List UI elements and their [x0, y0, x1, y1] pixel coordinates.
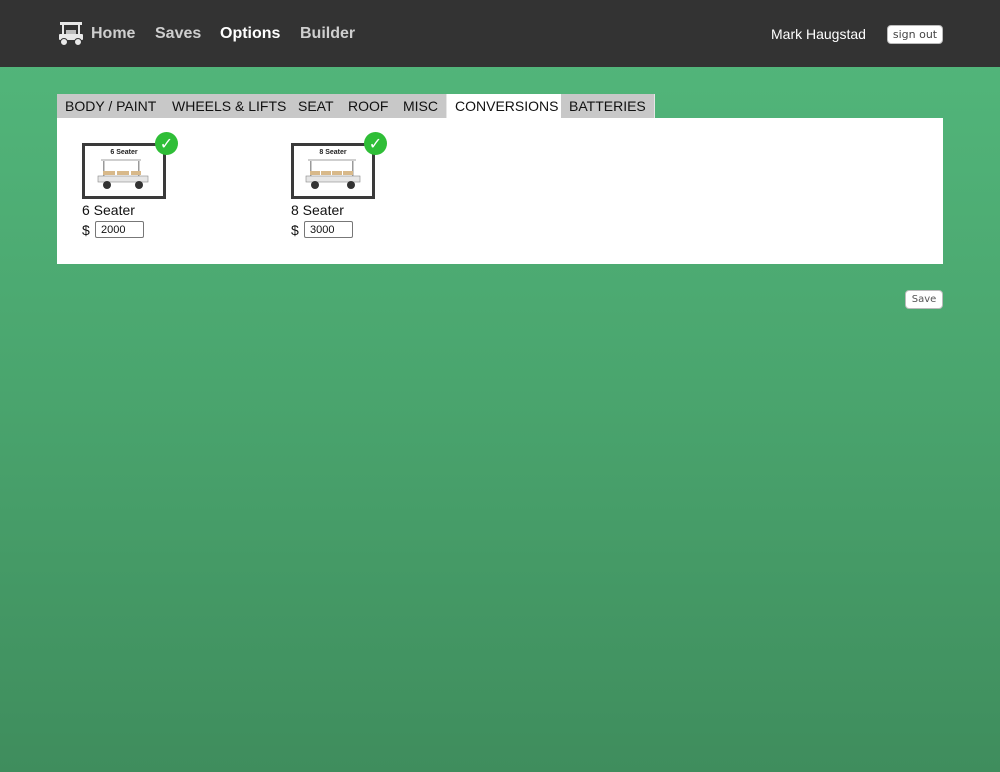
- price-input[interactable]: [95, 221, 144, 238]
- tab-seat[interactable]: SEAT: [290, 94, 343, 118]
- conversions-panel: 6 Seater ✓ 6 Seater $ 8 Seater: [57, 118, 943, 264]
- nav-options-link[interactable]: Options: [220, 24, 280, 44]
- thumbnail-label: 6 Seater: [110, 149, 138, 156]
- option-name: 6 Seater: [82, 202, 135, 218]
- selected-check-icon: ✓: [364, 132, 387, 155]
- user-name: Mark Haugstad: [771, 26, 866, 42]
- sign-out-button[interactable]: sign out: [887, 25, 943, 44]
- option-name: 8 Seater: [291, 202, 344, 218]
- tab-body-paint[interactable]: BODY / PAINT: [57, 94, 166, 118]
- tab-roof[interactable]: ROOF: [340, 94, 398, 118]
- top-navigation-bar: Home Saves Options Builder Mark Haugstad…: [0, 0, 1000, 67]
- option-thumbnail[interactable]: 8 Seater: [291, 143, 375, 199]
- golf-cart-8-seater-icon: [305, 159, 361, 189]
- option-thumbnail[interactable]: 6 Seater: [82, 143, 166, 199]
- tab-conversions[interactable]: CONVERSIONS: [447, 94, 568, 118]
- tab-misc[interactable]: MISC: [395, 94, 447, 118]
- selected-check-icon: ✓: [155, 132, 178, 155]
- price-input[interactable]: [304, 221, 353, 238]
- currency-symbol: $: [291, 222, 299, 238]
- golf-cart-6-seater-icon: [97, 159, 149, 189]
- currency-symbol: $: [82, 222, 90, 238]
- tab-wheels-lifts[interactable]: WHEELS & LIFTS: [164, 94, 296, 118]
- tab-batteries[interactable]: BATTERIES: [561, 94, 655, 118]
- nav-builder-link[interactable]: Builder: [300, 24, 355, 44]
- nav-saves-link[interactable]: Saves: [155, 24, 201, 44]
- nav-home-link[interactable]: Home: [91, 24, 135, 44]
- golf-cart-icon[interactable]: [57, 21, 85, 47]
- save-button[interactable]: Save: [905, 290, 943, 309]
- thumbnail-label: 8 Seater: [319, 149, 347, 156]
